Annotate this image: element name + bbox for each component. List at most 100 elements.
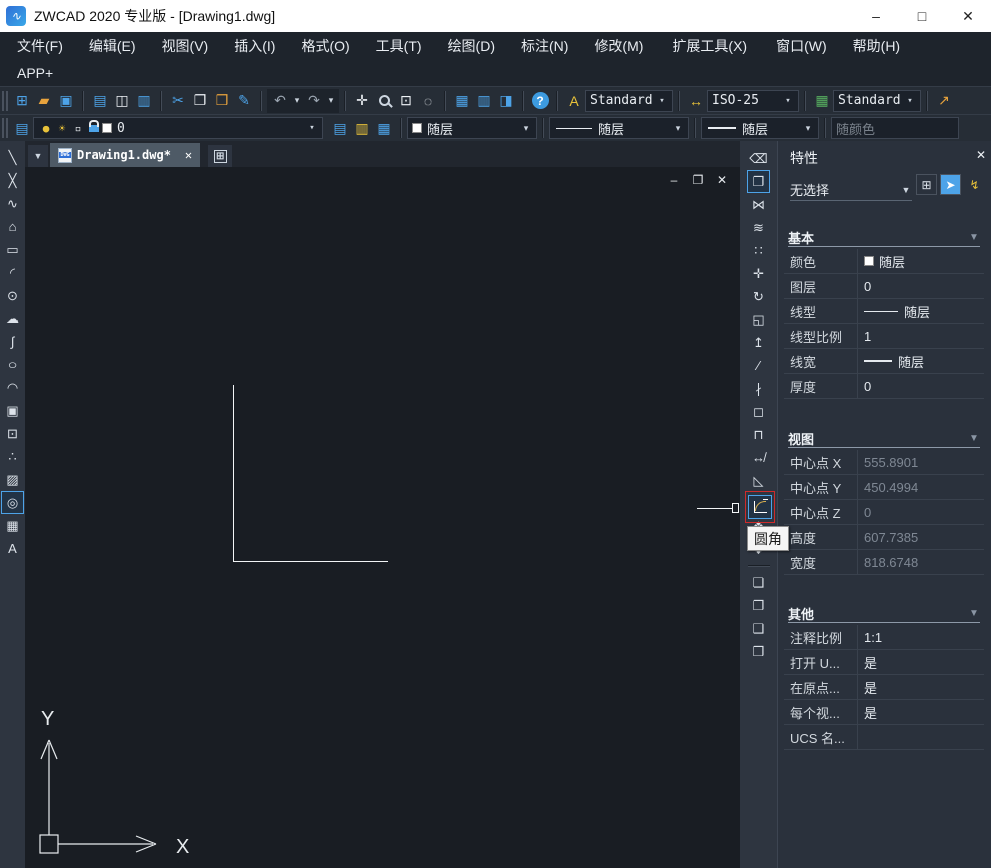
save-icon[interactable]: ▣ [55, 90, 77, 112]
layer-unlock-icon[interactable] [89, 125, 99, 132]
mtext-icon[interactable]: A [1, 537, 24, 560]
rotate-icon[interactable]: ↻ [747, 285, 770, 308]
line-icon[interactable]: ╲ [1, 146, 24, 169]
layer-freeze-icon[interactable]: ☀ [54, 117, 70, 139]
ucs-name-value[interactable] [857, 725, 984, 749]
rectangle-icon[interactable]: ▭ [1, 238, 24, 261]
circle-icon[interactable]: ⊙ [1, 284, 24, 307]
linetype-value[interactable]: 随层 [857, 299, 984, 323]
menu-window[interactable]: 窗口(W) [763, 32, 840, 60]
plot-style-select[interactable]: 随颜色 [831, 117, 959, 139]
panel-close-icon[interactable]: ✕ [976, 148, 986, 162]
copy-object-icon[interactable]: ❐ [747, 170, 770, 193]
collapse-icon[interactable]: ▼ [968, 232, 980, 243]
layer-value[interactable]: 0 [857, 274, 984, 298]
zoom-window-icon[interactable]: ⊡ [395, 90, 417, 112]
hatch-icon[interactable]: ▨ [1, 468, 24, 491]
ellipse-icon[interactable]: ○ [0, 353, 27, 376]
color-select[interactable]: 随层 ▾ [407, 117, 537, 139]
array-icon[interactable]: ∷ [747, 239, 770, 262]
move-icon[interactable]: ✛ [747, 262, 770, 285]
ellipse-arc-icon[interactable]: ◠ [1, 376, 24, 399]
insert-block-icon[interactable]: ▣ [1, 399, 24, 422]
menu-modify[interactable]: 修改(M) [581, 32, 656, 60]
tab-drawing1[interactable]: DWG Drawing1.dwg* ✕ [50, 143, 200, 167]
bring-above-icon[interactable]: ❑ [747, 617, 770, 640]
point-icon[interactable]: ∴ [1, 445, 24, 468]
lineweight-select[interactable]: 随层 ▾ [701, 117, 819, 139]
polygon-icon[interactable]: ⌂ [1, 215, 24, 238]
toolbar-handle[interactable] [2, 118, 8, 138]
print-preview-icon[interactable]: ◫ [111, 90, 133, 112]
menu-edit[interactable]: 编辑(E) [76, 32, 149, 60]
fillet-button[interactable] [748, 495, 772, 519]
distance-icon[interactable]: ▦ [451, 90, 473, 112]
table-style-icon[interactable]: ▦ [811, 90, 833, 112]
new-file-icon[interactable]: ⊞ [11, 90, 33, 112]
lineweight-value[interactable]: 随层 [857, 349, 984, 373]
cut-icon[interactable]: ✂ [167, 90, 189, 112]
new-tab-button[interactable]: ⊞ [208, 145, 232, 167]
break-at-point-icon[interactable]: ⊓ [747, 423, 770, 446]
ucs-origin-value[interactable]: 是 [857, 675, 984, 699]
donut-icon[interactable]: ◎ [1, 491, 24, 514]
revision-cloud-icon[interactable]: ☁ [1, 307, 24, 330]
layer-manager-icon[interactable]: ▤ [11, 117, 33, 139]
mirror-icon[interactable]: ⋈ [747, 193, 770, 216]
menu-tools[interactable]: 工具(T) [363, 32, 435, 60]
help-icon[interactable]: ? [529, 90, 551, 112]
doc-minimize-icon[interactable]: – [666, 173, 682, 187]
doc-restore-icon[interactable]: ❐ [690, 173, 706, 187]
thickness-value[interactable]: 0 [857, 374, 984, 398]
layer-select[interactable]: ● ☀ ▫ 0 ▾ [33, 117, 323, 139]
layer-states-icon[interactable]: ▥ [351, 117, 373, 139]
spline-icon[interactable]: ∫ [1, 330, 24, 353]
undo-icon[interactable]: ↶ [269, 90, 291, 112]
stretch-icon[interactable]: ↥ [747, 331, 770, 354]
color-value[interactable]: 随层 [857, 249, 984, 273]
layer-plot-icon[interactable]: ▫ [70, 117, 86, 139]
chamfer-icon[interactable]: ◺ [747, 469, 770, 492]
open-file-icon[interactable]: ▰ [33, 90, 55, 112]
annotation-scale-value[interactable]: 1:1 [857, 625, 984, 649]
linetype-scale-value[interactable]: 1 [857, 324, 984, 348]
toggle-pickadd-icon[interactable]: ↯ [964, 174, 985, 195]
linetype-select[interactable]: 随层 ▾ [549, 117, 689, 139]
layer-previous-icon[interactable]: ▤ [329, 117, 351, 139]
zoom-realtime-icon[interactable] [373, 90, 395, 112]
arc-icon[interactable]: ◜ [1, 261, 24, 284]
break-icon[interactable]: ↮ [747, 446, 770, 469]
bring-to-front-icon[interactable]: ❏ [747, 571, 770, 594]
print-icon[interactable]: ▤ [89, 90, 111, 112]
send-under-icon[interactable]: ❒ [747, 640, 770, 663]
match-properties-icon[interactable]: ✎ [233, 90, 255, 112]
erase-icon[interactable]: ⌫ [747, 147, 770, 170]
table-icon[interactable]: ▦ [1, 514, 24, 537]
dim-style-select[interactable]: ISO-25▾ [707, 90, 799, 112]
copy-icon[interactable]: ❐ [189, 90, 211, 112]
selection-filter-select[interactable]: 无选择 ▼ [790, 179, 912, 201]
pan-icon[interactable]: ✛ [351, 90, 373, 112]
offset-icon[interactable]: ≋ [747, 216, 770, 239]
drawing-canvas[interactable]: – ❐ ✕ Y X [25, 167, 740, 868]
menu-dimension[interactable]: 标注(N) [508, 32, 581, 60]
lengthen-icon[interactable]: ∕ [747, 354, 770, 377]
layout-icon[interactable]: ▥ [473, 90, 495, 112]
send-to-back-icon[interactable]: ❐ [747, 594, 770, 617]
section-basic-header[interactable]: 基本 ▼ [788, 228, 980, 247]
menu-help[interactable]: 帮助(H) [840, 32, 913, 60]
collapse-icon[interactable]: ▼ [968, 608, 980, 619]
properties-toggle-icon[interactable]: ◨ [495, 90, 517, 112]
quick-select-icon[interactable]: ⊞ [916, 174, 937, 195]
menu-format[interactable]: 格式(O) [288, 32, 362, 60]
ucs-per-viewport-value[interactable]: 是 [857, 700, 984, 724]
construction-line-icon[interactable]: ╳ [1, 169, 24, 192]
extend-icon[interactable]: ◻ [747, 400, 770, 423]
table-style-select[interactable]: Standard▾ [833, 90, 921, 112]
dim-style-icon[interactable]: ↔ [685, 90, 707, 112]
toolbar-handle[interactable] [2, 91, 8, 111]
layer-translate-icon[interactable]: ▦ [373, 117, 395, 139]
doc-close-icon[interactable]: ✕ [714, 173, 730, 187]
text-style-icon[interactable]: A [563, 90, 585, 112]
maximize-button[interactable]: □ [899, 0, 945, 32]
